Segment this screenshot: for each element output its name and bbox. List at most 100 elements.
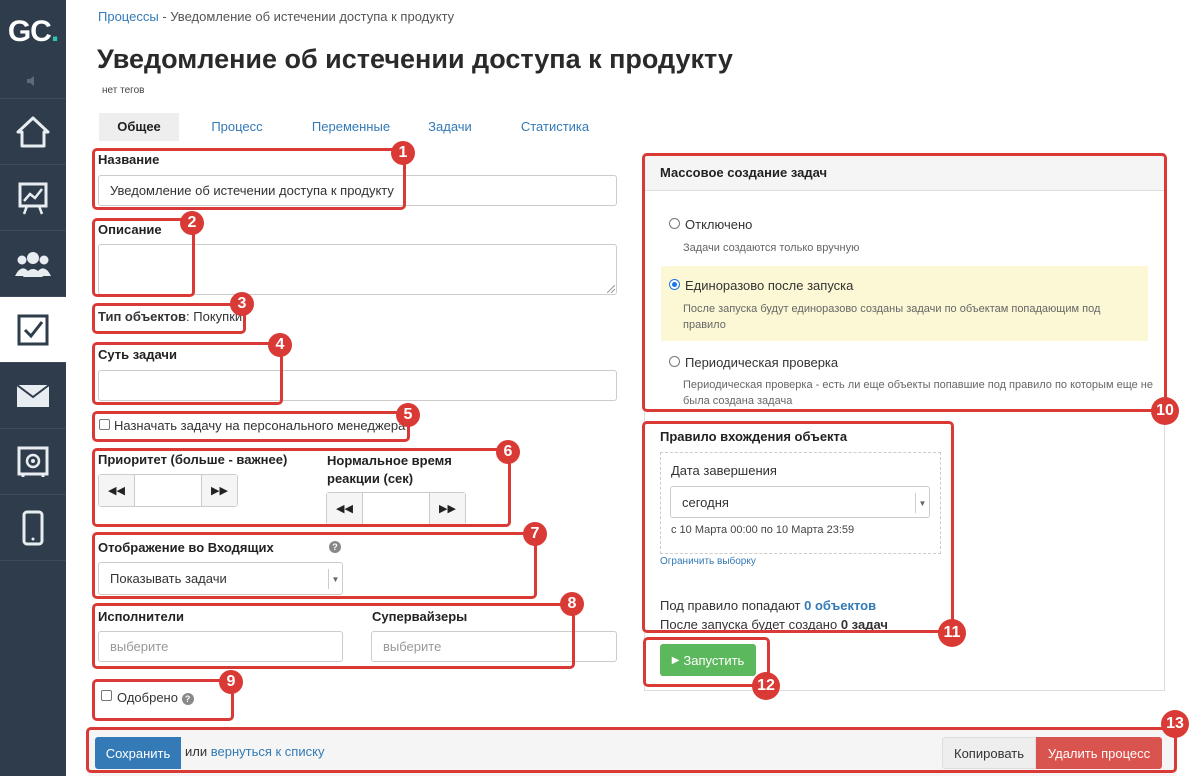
limit-selection-link[interactable]: Ограничить выборку bbox=[660, 556, 756, 567]
reaction-decrease-icon[interactable]: ◀◀ bbox=[327, 493, 363, 524]
page-title: Уведомление об истечении доступа к проду… bbox=[97, 44, 733, 74]
rule-title: Правило вхождения объекта bbox=[660, 429, 848, 444]
back-text: или вернуться к списку bbox=[185, 744, 324, 759]
logo-letters: GC bbox=[7, 14, 52, 48]
help-icon[interactable]: ? bbox=[181, 692, 194, 705]
annotation-number-6: 6 bbox=[496, 440, 520, 464]
inbox-select-value: Показывать задачи bbox=[110, 571, 227, 586]
inbox-select[interactable]: Показывать задачи ▼ bbox=[98, 562, 343, 595]
radio-once-after-launch[interactable] bbox=[669, 279, 680, 290]
breadcrumb-separator: - bbox=[162, 9, 167, 24]
tab-statistics[interactable]: Статистика bbox=[493, 113, 617, 141]
date-select-value: сегодня bbox=[682, 494, 729, 510]
assign-manager-label[interactable]: Назначать задачу на персонального менедж… bbox=[114, 418, 405, 433]
radio-disabled[interactable] bbox=[669, 218, 680, 229]
match-prefix: Под правило попадают bbox=[660, 598, 801, 613]
speaker-icon[interactable] bbox=[0, 63, 66, 99]
sidebar: GC. bbox=[0, 0, 66, 776]
tab-process[interactable]: Процесс bbox=[179, 113, 295, 141]
tab-general[interactable]: Общее bbox=[99, 113, 179, 141]
priority-increase-icon[interactable]: ▶▶ bbox=[201, 475, 237, 506]
chevron-down-icon: ▼ bbox=[328, 569, 342, 589]
executors-label: Исполнители bbox=[98, 609, 184, 624]
annotation-number-1: 1 bbox=[391, 141, 415, 165]
delete-process-button[interactable]: Удалить процесс bbox=[1036, 737, 1162, 769]
object-type: Тип объектов: Покупки bbox=[98, 309, 242, 324]
supervisors-input[interactable]: выберите bbox=[371, 631, 617, 662]
approved-row: Одобрено ? bbox=[117, 690, 194, 705]
annotation-number-2: 2 bbox=[180, 211, 204, 235]
panel-header: Массовое создание задач bbox=[645, 154, 1164, 191]
annotation-number-11: 11 bbox=[938, 619, 966, 647]
option-periodic-label[interactable]: Периодическая проверка bbox=[685, 355, 838, 370]
copy-button[interactable]: Копировать bbox=[942, 737, 1036, 769]
priority-decrease-icon[interactable]: ◀◀ bbox=[99, 475, 135, 506]
name-input[interactable]: Уведомление об истечении доступа к проду… bbox=[98, 175, 617, 206]
breadcrumb-link-processes[interactable]: Процессы bbox=[98, 9, 159, 24]
annotation-number-9: 9 bbox=[219, 670, 243, 694]
date-condition-label: Дата завершения bbox=[671, 463, 777, 478]
priority-stepper[interactable]: ◀◀ ▶▶ bbox=[98, 474, 238, 507]
breadcrumb: Процессы - Уведомление об истечении дост… bbox=[98, 9, 454, 24]
reaction-time-stepper[interactable]: ◀◀ ▶▶ bbox=[326, 492, 466, 525]
approved-checkbox[interactable] bbox=[101, 690, 112, 701]
run-button[interactable]: ▶ Запустить bbox=[660, 644, 756, 676]
created-count-text: После запуска будет создано 0 задач bbox=[660, 617, 888, 632]
logo-dot: . bbox=[50, 14, 59, 48]
description-textarea[interactable] bbox=[98, 244, 617, 295]
priority-value[interactable] bbox=[135, 475, 201, 506]
reaction-value[interactable] bbox=[363, 493, 429, 524]
reaction-increase-icon[interactable]: ▶▶ bbox=[429, 493, 465, 524]
mass-creation-title: Массовое создание задач bbox=[660, 165, 828, 180]
date-range-text: с 10 Марта 00:00 по 10 Марта 23:59 bbox=[671, 524, 855, 536]
inbox-label: Отображение во Входящих bbox=[98, 540, 274, 555]
annotation-number-5: 5 bbox=[396, 403, 420, 427]
option-once-desc: После запуска будут единоразово созданы … bbox=[683, 303, 1101, 331]
safe-icon[interactable] bbox=[0, 429, 66, 495]
date-select[interactable]: сегодня ▼ bbox=[670, 486, 930, 518]
tab-tasks[interactable]: Задачи bbox=[407, 113, 493, 141]
back-to-list-link[interactable]: вернуться к списку bbox=[211, 744, 325, 759]
home-icon[interactable] bbox=[0, 99, 66, 165]
annotation-number-10: 10 bbox=[1151, 397, 1179, 425]
executors-input[interactable]: выберите bbox=[98, 631, 343, 662]
chart-board-icon[interactable] bbox=[0, 165, 66, 231]
logo[interactable]: GC. bbox=[0, 0, 66, 63]
tab-variables[interactable]: Переменные bbox=[295, 113, 407, 141]
breadcrumb-current: Уведомление об истечении доступа к проду… bbox=[170, 9, 455, 24]
users-icon[interactable] bbox=[0, 231, 66, 297]
mail-icon[interactable] bbox=[0, 363, 66, 429]
task-essence-input[interactable] bbox=[98, 370, 617, 401]
reaction-time-label: Нормальное время реакции (сек) bbox=[327, 453, 452, 486]
tasks-checkbox-icon[interactable] bbox=[0, 297, 66, 363]
radio-periodic-check[interactable] bbox=[669, 356, 680, 367]
resize-handle-icon[interactable] bbox=[607, 285, 615, 293]
option-disabled-label[interactable]: Отключено bbox=[685, 217, 752, 232]
match-count-text: Под правило попадают 0 объектов bbox=[660, 598, 876, 613]
annotation-number-12: 12 bbox=[752, 672, 780, 700]
annotation-number-13: 13 bbox=[1161, 710, 1189, 738]
run-button-label: Запустить bbox=[683, 652, 745, 668]
logo-text: GC. bbox=[7, 14, 59, 49]
annotation-number-3: 3 bbox=[230, 292, 254, 316]
match-count-link[interactable]: 0 объектов bbox=[804, 598, 876, 613]
tabs: Общее Процесс Переменные Задачи Статисти… bbox=[99, 113, 617, 141]
option-disabled-desc: Задачи создаются только вручную bbox=[683, 242, 860, 254]
option-periodic-desc: Периодическая проверка - есть ли еще объ… bbox=[683, 379, 1153, 407]
help-icon[interactable]: ? bbox=[329, 541, 341, 553]
supervisors-label: Супервайзеры bbox=[372, 609, 468, 624]
tags-label[interactable]: нет тегов bbox=[102, 85, 144, 96]
save-button[interactable]: Сохранить bbox=[95, 737, 181, 769]
assign-manager-checkbox[interactable] bbox=[99, 419, 110, 430]
approved-label[interactable]: Одобрено bbox=[117, 690, 178, 705]
play-icon: ▶ bbox=[671, 654, 680, 666]
task-essence-label: Суть задачи bbox=[98, 347, 177, 362]
name-label: Название bbox=[98, 152, 160, 167]
description-label: Описание bbox=[98, 222, 162, 237]
object-type-label: Тип объектов bbox=[98, 309, 187, 324]
chevron-down-icon: ▼ bbox=[915, 493, 929, 513]
option-once-label[interactable]: Единоразово после запуска bbox=[685, 278, 853, 293]
created-prefix: После запуска будет создано bbox=[660, 617, 838, 632]
mobile-icon[interactable] bbox=[0, 495, 66, 561]
priority-label: Приоритет (больше - важнее) bbox=[98, 452, 288, 467]
